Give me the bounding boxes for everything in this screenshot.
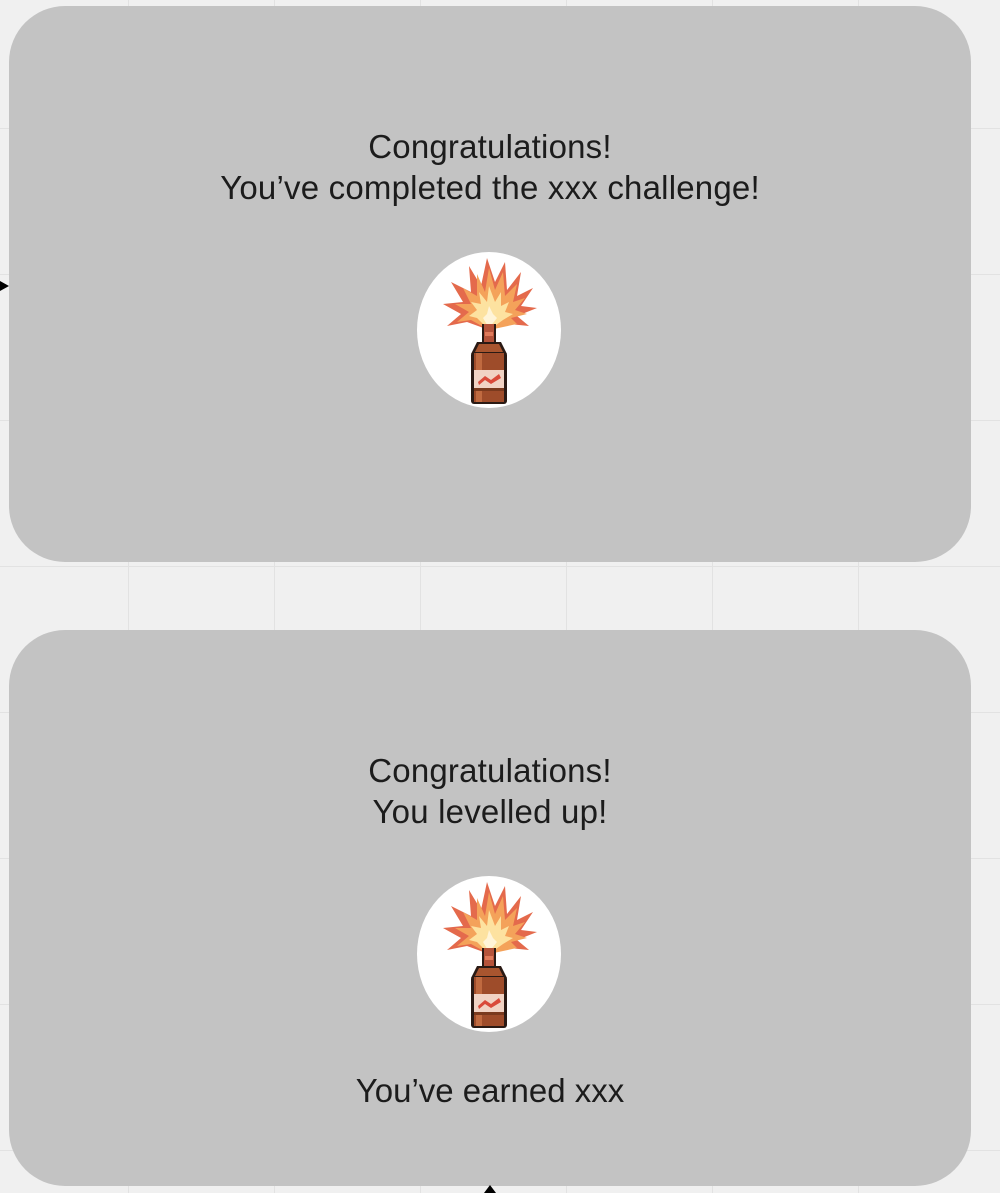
congrats-heading: Congratulations! [368,752,612,789]
level-up-card: Congratulations! You levelled up! You’ve… [9,630,971,1186]
flaming-bottle-icon [417,876,561,1032]
flaming-bottle-icon [417,252,561,408]
congrats-heading: Congratulations! [368,128,612,165]
challenge-text: You’ve completed the xxx challenge! [220,169,760,206]
level-up-text: You levelled up! [372,793,608,830]
connector-arrow-left [0,281,9,291]
challenge-complete-card: Congratulations! You’ve completed the xx… [9,6,971,562]
level-up-message: Congratulations! You levelled up! [9,750,971,832]
challenge-message: Congratulations! You’ve completed the xx… [9,126,971,208]
reward-text: You’ve earned xxx [355,1072,625,1109]
